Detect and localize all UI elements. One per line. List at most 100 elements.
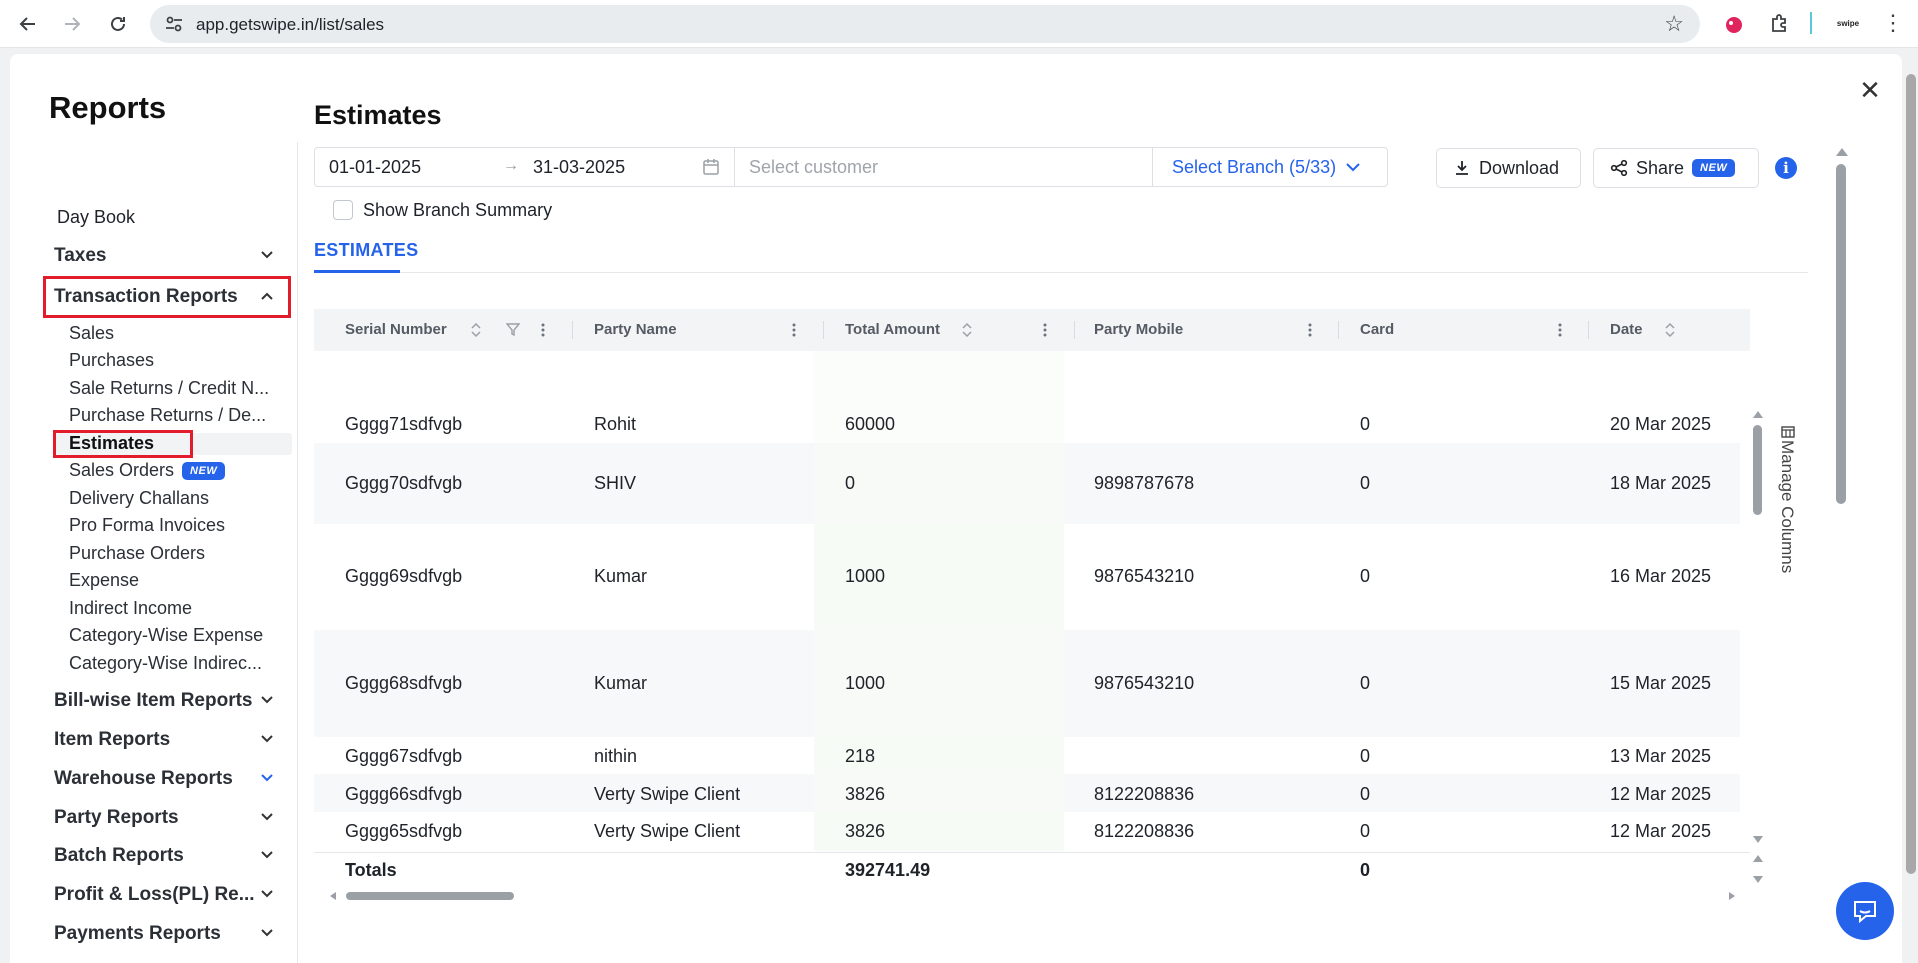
column-menu-icon[interactable]	[1308, 322, 1312, 338]
cell-card[interactable]: 0	[1360, 673, 1370, 694]
sidebar-item-purchases[interactable]: Purchases	[69, 350, 154, 371]
sidebar-group-transaction-reports[interactable]: Transaction Reports	[54, 286, 274, 308]
sidebar-item-category-indirect[interactable]: Category-Wise Indirec...	[69, 653, 262, 674]
sidebar-group-payments-reports[interactable]: Payments Reports	[54, 923, 274, 945]
manage-columns-button[interactable]: Manage Columns	[1775, 420, 1799, 600]
cell-party[interactable]: Rohit	[594, 414, 636, 435]
cell-serial[interactable]: Gggg70sdfvgb	[345, 473, 462, 494]
cell-mobile[interactable]: 8122208836	[1094, 821, 1194, 842]
cell-serial[interactable]: Gggg67sdfvgb	[345, 746, 462, 767]
sidebar-item-expense[interactable]: Expense	[69, 570, 139, 591]
column-menu-icon[interactable]	[541, 322, 545, 338]
date-to[interactable]: 31-03-2025	[533, 157, 625, 178]
cell-serial[interactable]: Gggg65sdfvgb	[345, 821, 462, 842]
sidebar-item-day-book[interactable]: Day Book	[57, 207, 135, 228]
cell-party[interactable]: Verty Swipe Client	[594, 821, 740, 842]
sidebar-group-party-reports[interactable]: Party Reports	[54, 807, 274, 829]
forward-arrow-icon[interactable]	[60, 12, 84, 36]
browser-menu-icon[interactable]: ⋮	[1882, 12, 1906, 36]
column-menu-icon[interactable]	[792, 322, 796, 338]
table-horizontal-scrollbar[interactable]	[330, 891, 1735, 901]
back-arrow-icon[interactable]	[16, 12, 40, 36]
cell-party[interactable]: Kumar	[594, 673, 647, 694]
site-settings-icon[interactable]	[164, 14, 184, 34]
sort-icon[interactable]	[470, 322, 482, 338]
cell-amount[interactable]: 3826	[845, 784, 885, 805]
cell-date[interactable]: 12 Mar 2025	[1610, 821, 1711, 842]
column-menu-icon[interactable]	[1043, 322, 1047, 338]
scroll-up-arrow[interactable]	[1753, 855, 1763, 862]
extensions-puzzle-icon[interactable]	[1768, 12, 1792, 36]
scroll-down-arrow[interactable]	[1753, 876, 1763, 883]
filter-icon[interactable]	[506, 322, 520, 336]
page-scrollbar-thumb[interactable]	[1906, 74, 1916, 874]
column-divider[interactable]	[823, 321, 824, 339]
cell-serial[interactable]: Gggg71sdfvgb	[345, 414, 462, 435]
column-header-party-name[interactable]: Party Name	[594, 309, 677, 351]
customer-select[interactable]: Select customer	[735, 148, 1153, 186]
column-divider[interactable]	[1338, 321, 1339, 339]
date-range-picker[interactable]: 01-01-2025 → 31-03-2025	[315, 148, 735, 186]
cell-card[interactable]: 0	[1360, 821, 1370, 842]
scroll-left-arrow[interactable]	[330, 892, 336, 900]
cell-party[interactable]: nithin	[594, 746, 637, 767]
sidebar-item-estimates[interactable]: Estimates	[69, 433, 154, 454]
cell-date[interactable]: 13 Mar 2025	[1610, 746, 1711, 767]
cell-mobile[interactable]: 9876543210	[1094, 566, 1194, 587]
cell-party[interactable]: SHIV	[594, 473, 636, 494]
cell-date[interactable]: 12 Mar 2025	[1610, 784, 1711, 805]
sidebar-group-item-reports[interactable]: Item Reports	[54, 729, 274, 751]
cell-party[interactable]: Verty Swipe Client	[594, 784, 740, 805]
cell-date[interactable]: 16 Mar 2025	[1610, 566, 1711, 587]
cell-card[interactable]: 0	[1360, 746, 1370, 767]
cell-amount[interactable]: 60000	[845, 414, 895, 435]
cell-date[interactable]: 20 Mar 2025	[1610, 414, 1711, 435]
cell-card[interactable]: 0	[1360, 414, 1370, 435]
cell-amount[interactable]: 218	[845, 746, 875, 767]
column-menu-icon[interactable]	[1558, 322, 1562, 338]
column-header-serial-number[interactable]: Serial Number	[345, 309, 447, 351]
sidebar-group-warehouse-reports[interactable]: Warehouse Reports	[54, 768, 274, 790]
sidebar-item-delivery-challans[interactable]: Delivery Challans	[69, 488, 209, 509]
column-divider[interactable]	[1074, 321, 1075, 339]
cell-date[interactable]: 18 Mar 2025	[1610, 473, 1711, 494]
date-from[interactable]: 01-01-2025	[329, 157, 421, 178]
chat-launcher-button[interactable]	[1836, 882, 1894, 940]
tab-estimates[interactable]: ESTIMATES	[314, 240, 418, 261]
show-branch-summary-checkbox[interactable]	[333, 200, 353, 220]
cell-amount[interactable]: 1000	[845, 566, 885, 587]
cell-party[interactable]: Kumar	[594, 566, 647, 587]
column-header-date[interactable]: Date	[1610, 309, 1643, 351]
content-scrollbar-thumb[interactable]	[1836, 164, 1846, 504]
sidebar-item-sales-orders[interactable]: Sales Orders NEW	[69, 460, 226, 481]
cell-amount[interactable]: 3826	[845, 821, 885, 842]
cell-card[interactable]: 0	[1360, 566, 1370, 587]
sidebar-item-purchase-orders[interactable]: Purchase Orders	[69, 543, 205, 564]
column-divider[interactable]	[1588, 321, 1589, 339]
column-header-total-amount[interactable]: Total Amount	[845, 309, 940, 351]
cell-mobile[interactable]: 8122208836	[1094, 784, 1194, 805]
close-icon[interactable]: ✕	[1858, 77, 1882, 103]
show-branch-summary[interactable]: Show Branch Summary	[322, 195, 750, 225]
sidebar-item-indirect-income[interactable]: Indirect Income	[69, 598, 192, 619]
cell-serial[interactable]: Gggg68sdfvgb	[345, 673, 462, 694]
info-icon[interactable]: i	[1775, 157, 1797, 179]
extension-icon[interactable]	[1722, 12, 1746, 36]
sidebar-group-bill-wise[interactable]: Bill-wise Item Reports	[54, 690, 274, 712]
branch-select[interactable]: Select Branch (5/33)	[1153, 148, 1387, 186]
sidebar-item-sale-returns[interactable]: Sale Returns / Credit N...	[69, 378, 269, 399]
scroll-up-arrow[interactable]	[1753, 411, 1763, 418]
cell-amount[interactable]: 0	[845, 473, 855, 494]
sort-icon[interactable]	[1664, 322, 1676, 338]
column-divider[interactable]	[572, 321, 573, 339]
bookmark-star-icon[interactable]: ☆	[1664, 11, 1684, 37]
cell-serial[interactable]: Gggg69sdfvgb	[345, 566, 462, 587]
column-header-card[interactable]: Card	[1360, 309, 1394, 351]
profile-avatar[interactable]: swipe	[1834, 12, 1862, 36]
reload-icon[interactable]	[106, 12, 130, 36]
cell-serial[interactable]: Gggg66sdfvgb	[345, 784, 462, 805]
sidebar-item-purchase-returns[interactable]: Purchase Returns / De...	[69, 405, 266, 426]
sidebar-group-batch-reports[interactable]: Batch Reports	[54, 845, 274, 867]
table-vertical-scrollbar-thumb[interactable]	[1753, 425, 1762, 515]
cell-mobile[interactable]: 9898787678	[1094, 473, 1194, 494]
